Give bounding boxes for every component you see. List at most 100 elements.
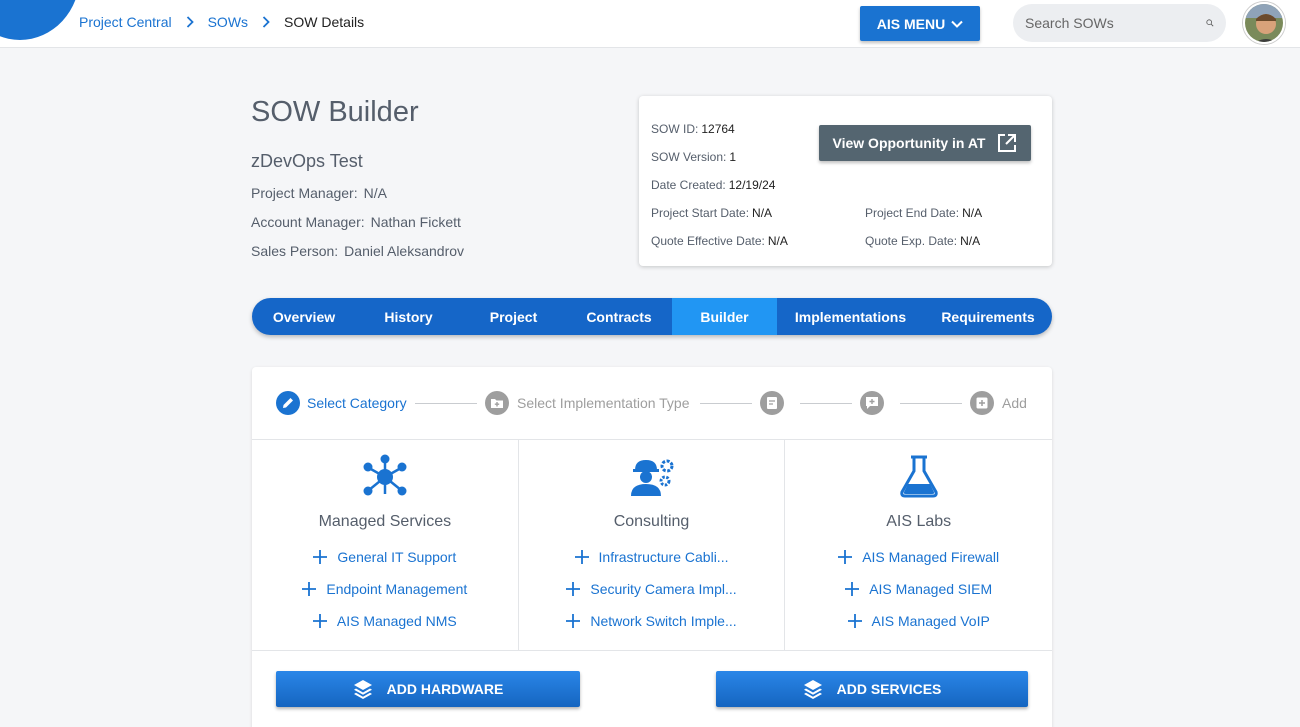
step-select-category[interactable]: Select Category [307,395,407,411]
network-hub-icon [252,454,518,500]
breadcrumb-project-central[interactable]: Project Central [79,14,172,30]
tab-overview[interactable]: Overview [252,298,356,335]
layers-icon [803,680,822,699]
tab-implementations[interactable]: Implementations [777,298,924,335]
avatar[interactable] [1243,2,1285,44]
add-endpoint-management[interactable]: Endpoint Management [252,581,518,597]
quote-exp-value: N/A [960,234,981,248]
add-hardware-button[interactable]: ADD HARDWARE [276,671,580,707]
category-managed-services: Managed Services General IT Support Endp… [252,440,519,651]
view-opportunity-button[interactable]: View Opportunity in AT [819,125,1031,161]
tab-history[interactable]: History [356,298,461,335]
quote-effective-value: N/A [767,234,788,248]
category-item-label: Endpoint Management [326,581,468,597]
chevron-down-icon [951,20,963,28]
date-created-label: Date Created: [651,178,726,192]
tab-builder[interactable]: Builder [672,298,777,335]
project-manager-label: Project Manager: [251,185,358,201]
chevron-right-icon [186,16,194,28]
plus-icon [845,582,860,596]
add-infrastructure-cabling[interactable]: Infrastructure Cabli... [519,549,785,565]
stepper: Select Category Select Implementation Ty… [252,367,1052,440]
add-services-label: ADD SERVICES [836,681,942,697]
quote-exp-date: Quote Exp. Date: N/A [865,234,980,248]
search-box [1013,4,1226,42]
project-end-label: Project End Date: [865,206,960,220]
plus-icon [574,550,589,564]
category-item-label: AIS Managed Firewall [862,549,1000,565]
builder-panel: Select Category Select Implementation Ty… [252,367,1052,727]
sow-version-value: 1 [729,150,737,164]
breadcrumb-sows[interactable]: SOWs [208,14,248,30]
folder-plus-icon [485,391,509,415]
category-item-label: General IT Support [337,549,457,565]
search-input[interactable] [1025,15,1206,31]
project-start-date: Project Start Date: N/A [651,206,772,220]
account-manager: Account Manager: Nathan Fickett [251,214,461,230]
search-icon[interactable] [1206,13,1214,33]
client-name: zDevOps Test [251,151,363,171]
comment-plus-icon[interactable] [860,391,884,415]
tab-requirements[interactable]: Requirements [924,298,1052,335]
category-ais-labs: AIS Labs AIS Managed Firewall AIS Manage… [785,440,1052,651]
add-security-camera[interactable]: Security Camera Impl... [519,581,785,597]
category-title: Consulting [613,513,690,530]
add-hardware-label: ADD HARDWARE [386,681,504,697]
flask-icon [785,454,1052,500]
tab-contracts[interactable]: Contracts [566,298,672,335]
step-connector [700,403,752,404]
chevron-right-icon [262,16,270,28]
sow-version: SOW Version: 1 [651,150,736,164]
add-box-icon [970,391,994,415]
add-ais-managed-firewall[interactable]: AIS Managed Firewall [785,549,1052,565]
account-manager-label: Account Manager: [251,214,365,230]
worker-gears-icon [519,454,785,500]
pencil-icon [276,391,300,415]
add-ais-managed-siem[interactable]: AIS Managed SIEM [785,581,1052,597]
date-created: Date Created: 12/19/24 [651,178,775,192]
quote-effective-date: Quote Effective Date: N/A [651,234,788,248]
sales-person-label: Sales Person: [251,243,339,259]
step-connector [900,403,962,404]
add-ais-managed-nms[interactable]: AIS Managed NMS [252,613,518,629]
category-item-label: Infrastructure Cabli... [598,549,729,565]
quote-effective-label: Quote Effective Date: [651,234,765,248]
project-start-label: Project Start Date: [651,206,750,220]
step-connector [415,403,477,404]
add-services-button[interactable]: ADD SERVICES [716,671,1028,707]
sow-info-card: SOW ID: 12764 SOW Version: 1 Date Created:… [639,96,1052,266]
project-end-value: N/A [962,206,983,220]
category-consulting: Consulting Infrastructure Cabli... Secur… [519,440,786,651]
tab-bar: Overview History Project Contracts Build… [252,298,1052,335]
step-connector [800,403,852,404]
sow-id: SOW ID: 12764 [651,122,735,136]
project-start-value: N/A [752,206,773,220]
ais-menu-button[interactable]: AIS MENU [860,6,980,41]
top-bar: Project Central SOWs SOW Details AIS MEN… [0,0,1300,48]
sow-id-label: SOW ID: [651,122,699,136]
add-network-switch[interactable]: Network Switch Imple... [519,613,785,629]
page-title: SOW Builder [251,96,419,128]
document-edit-icon[interactable] [760,391,784,415]
category-columns: Managed Services General IT Support Endp… [252,440,1052,651]
sales-person: Sales Person: Daniel Aleksandrov [251,243,464,259]
category-item-label: AIS Managed SIEM [869,581,993,597]
project-manager: Project Manager: N/A [251,185,387,201]
account-manager-value: Nathan Fickett [370,214,461,230]
tab-project[interactable]: Project [461,298,566,335]
view-opportunity-label: View Opportunity in AT [832,135,986,151]
breadcrumb: Project Central SOWs SOW Details [79,14,364,30]
breadcrumb-current: SOW Details [284,14,365,30]
category-item-label: AIS Managed VoIP [871,613,990,629]
external-link-icon [998,134,1017,152]
category-item-label: Security Camera Impl... [590,581,737,597]
add-ais-managed-voip[interactable]: AIS Managed VoIP [785,613,1052,629]
plus-icon [838,550,853,564]
add-general-it-support[interactable]: General IT Support [252,549,518,565]
sow-id-value: 12764 [701,122,735,136]
plus-icon [302,582,317,596]
category-title: Managed Services [318,513,452,530]
step-add[interactable]: Add [1002,395,1027,411]
quote-exp-label: Quote Exp. Date: [865,234,958,248]
step-select-implementation-type[interactable]: Select Implementation Type [517,395,690,411]
